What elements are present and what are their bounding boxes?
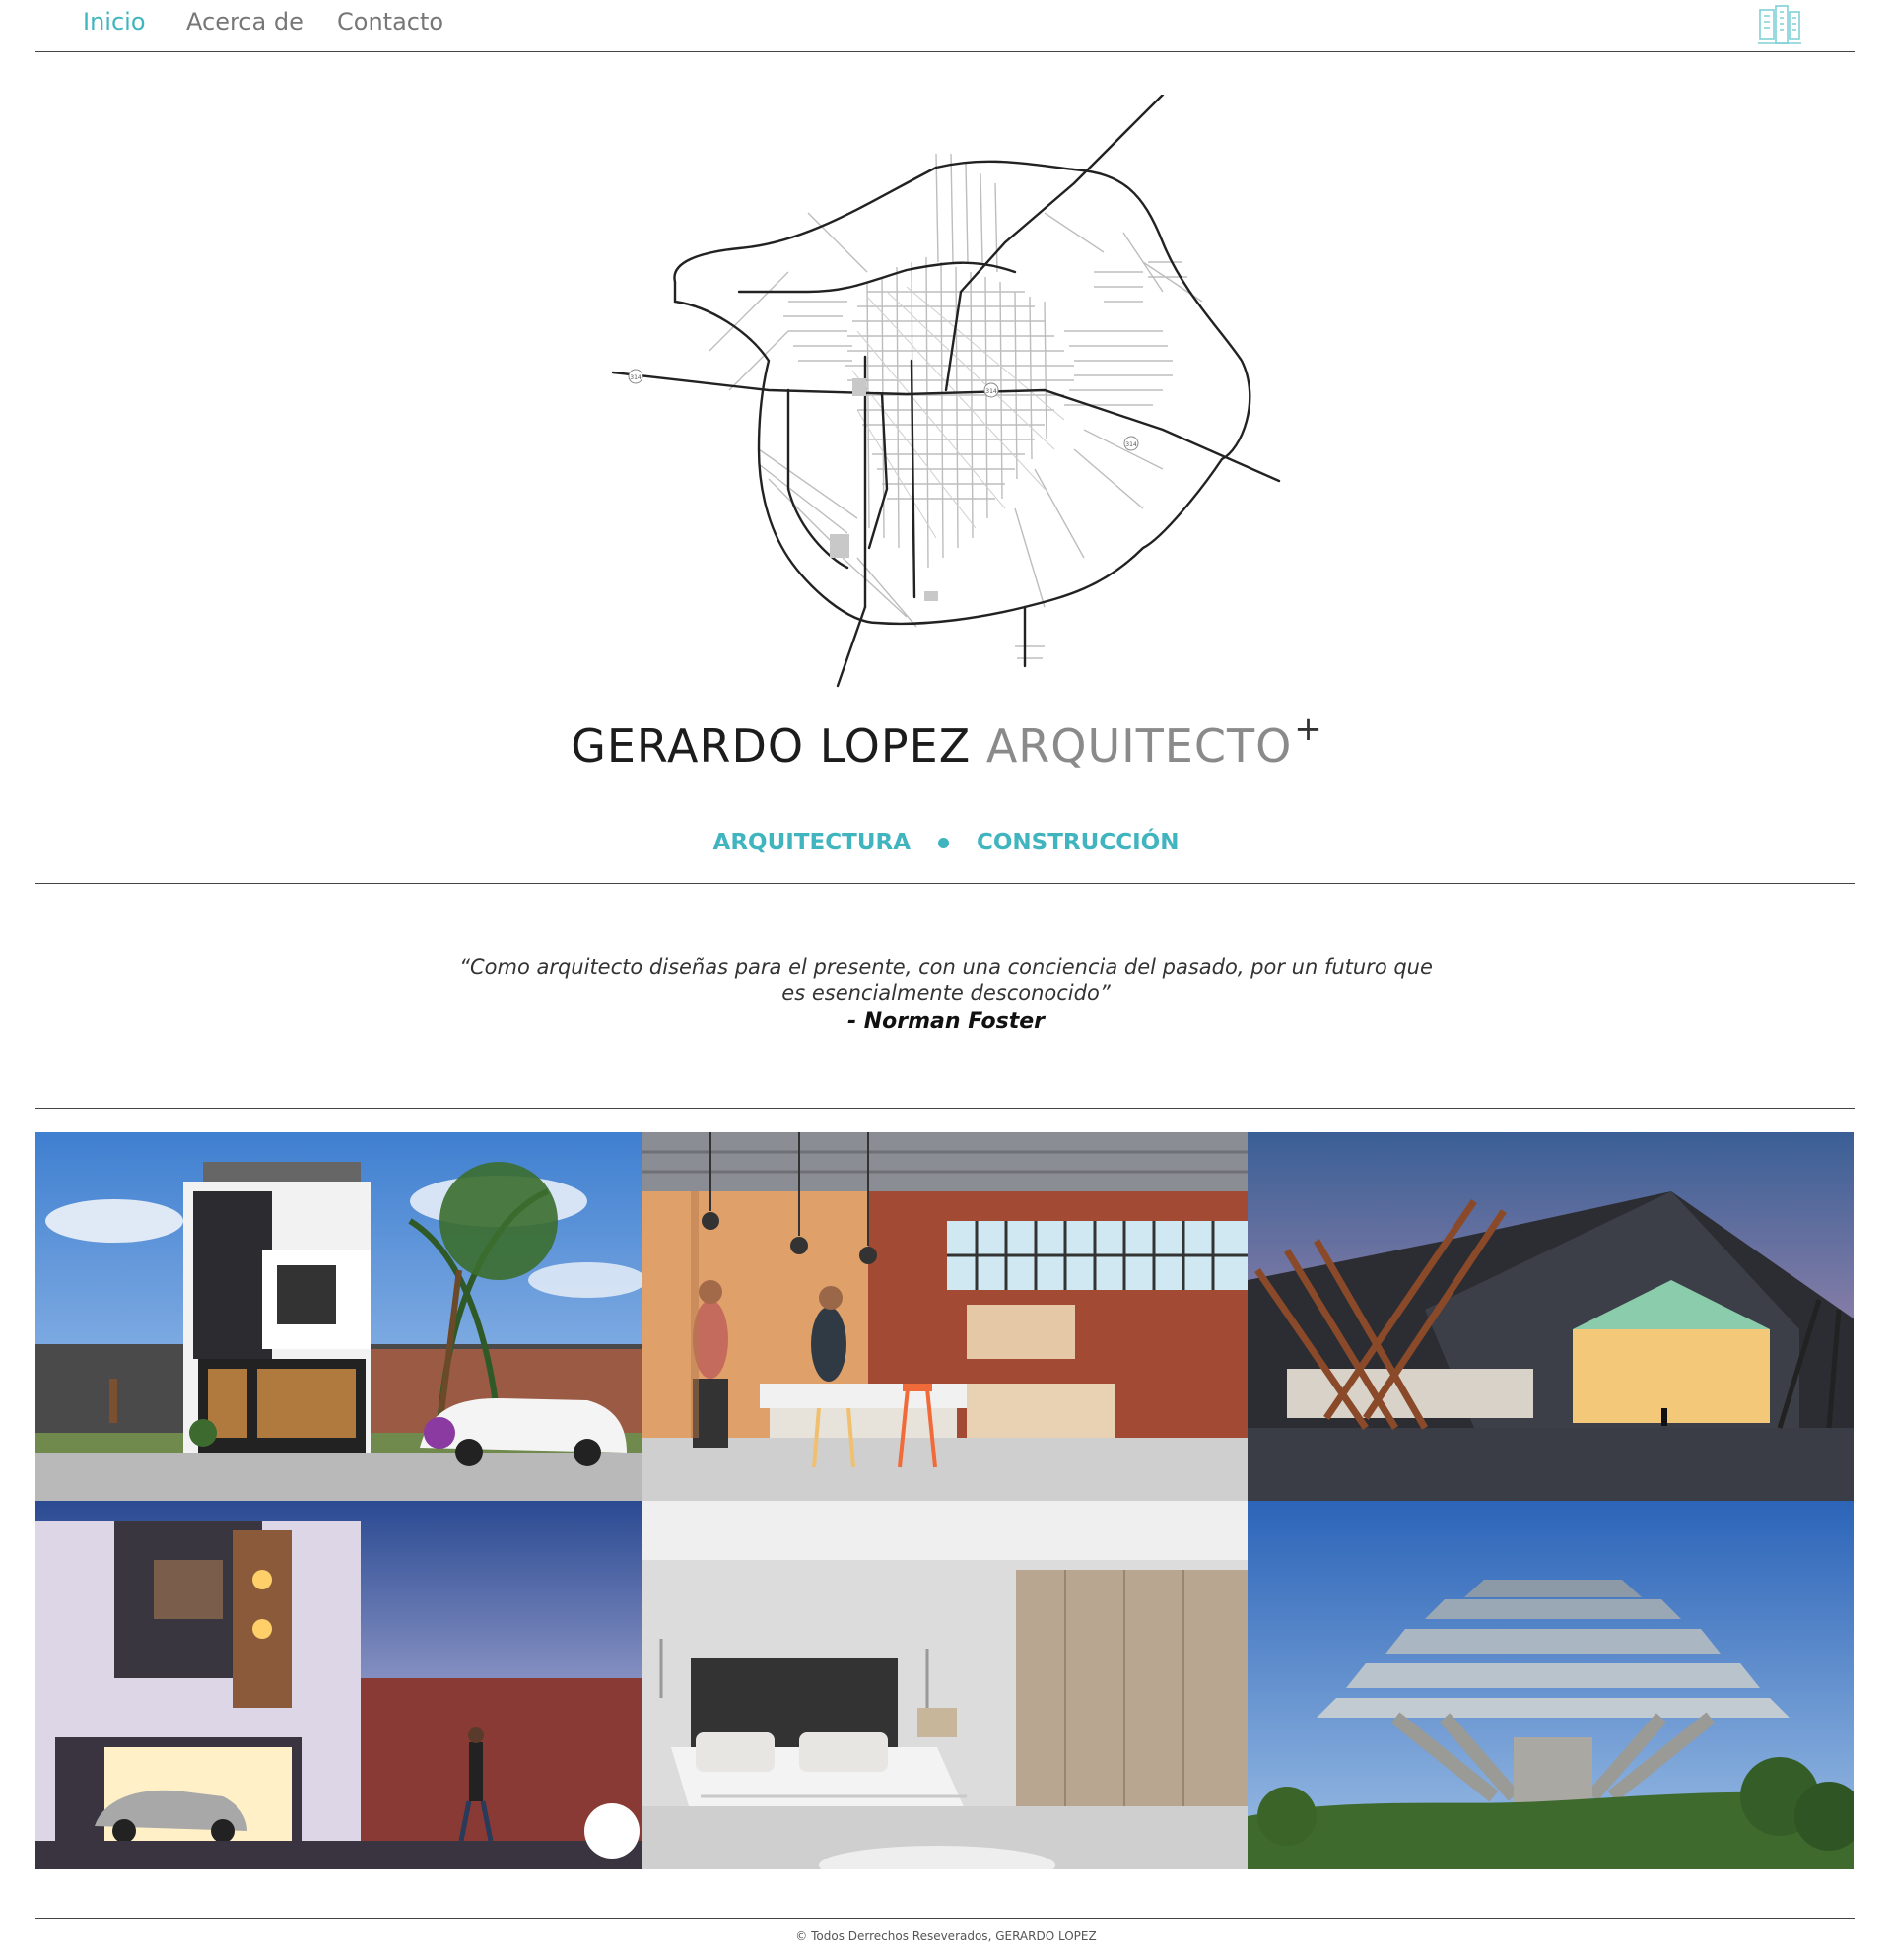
road-label: 314 [1125, 441, 1137, 448]
footer-copyright: © Todos Derrechos Reseverados, GERARDO L… [795, 1929, 1097, 1943]
gallery-item-house-night[interactable] [35, 1501, 642, 1869]
footer-divider [35, 1918, 1855, 1919]
road-label: 314 [630, 374, 642, 381]
quote-divider [35, 1108, 1855, 1109]
hero-divider [35, 883, 1855, 884]
quote-author: - Norman Foster [846, 1009, 1046, 1034]
project-gallery [35, 1132, 1855, 1869]
nav-acerca-de[interactable]: Acerca de [186, 8, 304, 35]
brand-plus: + [1294, 710, 1323, 749]
nav-inicio[interactable]: Inicio [83, 8, 146, 35]
gallery-item-house-day[interactable] [35, 1132, 642, 1501]
nav-divider [35, 51, 1855, 52]
service-arquitectura: ARQUITECTURA [712, 830, 911, 855]
gallery-item-pavilion[interactable] [1248, 1132, 1854, 1501]
nav-contacto[interactable]: Contacto [337, 8, 443, 35]
city-map-illustration: 314 314 314 [611, 93, 1281, 696]
road-label: 314 [985, 388, 997, 395]
top-nav: Inicio Acerca de Contacto [0, 0, 1892, 51]
quote-text: “Como arquitecto diseñas para el present… [459, 955, 1433, 1005]
brand-name: GERARDO LOPEZ [571, 719, 972, 773]
gallery-item-library[interactable] [1248, 1501, 1854, 1869]
gallery-item-kitchen[interactable] [642, 1132, 1248, 1501]
separator-dot-icon [938, 838, 949, 848]
service-construccion: CONSTRUCCIÓN [977, 830, 1180, 855]
brand-title: GERARDO LOPEZ ARQUITECTO+ [0, 710, 1892, 773]
brand-role: ARQUITECTO [985, 719, 1293, 773]
building-logo-icon[interactable] [1756, 4, 1803, 47]
gallery-item-bedroom[interactable] [642, 1501, 1248, 1869]
services-tagline: ARQUITECTURA CONSTRUCCIÓN [0, 830, 1892, 855]
